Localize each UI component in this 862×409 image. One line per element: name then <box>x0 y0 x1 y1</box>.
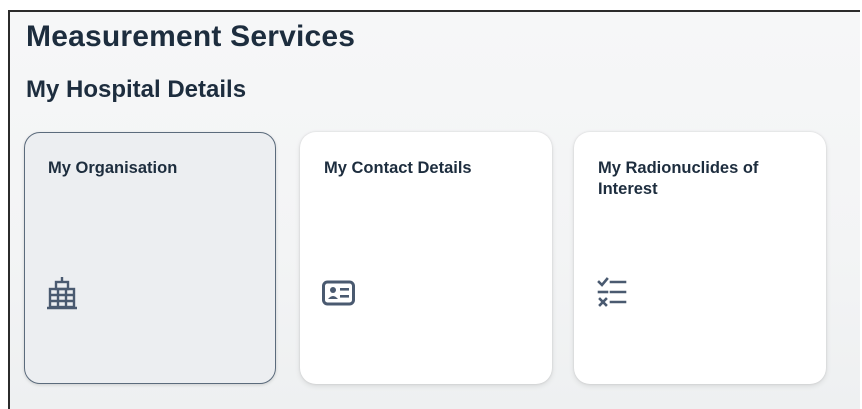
checklist-icon <box>597 277 627 307</box>
tile-my-organisation[interactable]: My Organisation <box>24 132 276 384</box>
building-icon <box>47 277 77 310</box>
tile-my-radionuclides-of-interest[interactable]: My Radionuclides of Interest <box>574 132 826 384</box>
tile-title: My Contact Details <box>324 159 472 177</box>
tile-title: My Organisation <box>48 159 178 177</box>
tile-title: My Radionuclides of Interest <box>598 159 759 198</box>
section-title: My Hospital Details <box>26 76 247 103</box>
tile-my-contact-details[interactable]: My Contact Details <box>300 132 552 384</box>
contact-card-icon <box>322 280 355 306</box>
page-title: Measurement Services <box>26 20 356 53</box>
app-frame: Measurement Services My Hospital Details… <box>8 10 860 409</box>
